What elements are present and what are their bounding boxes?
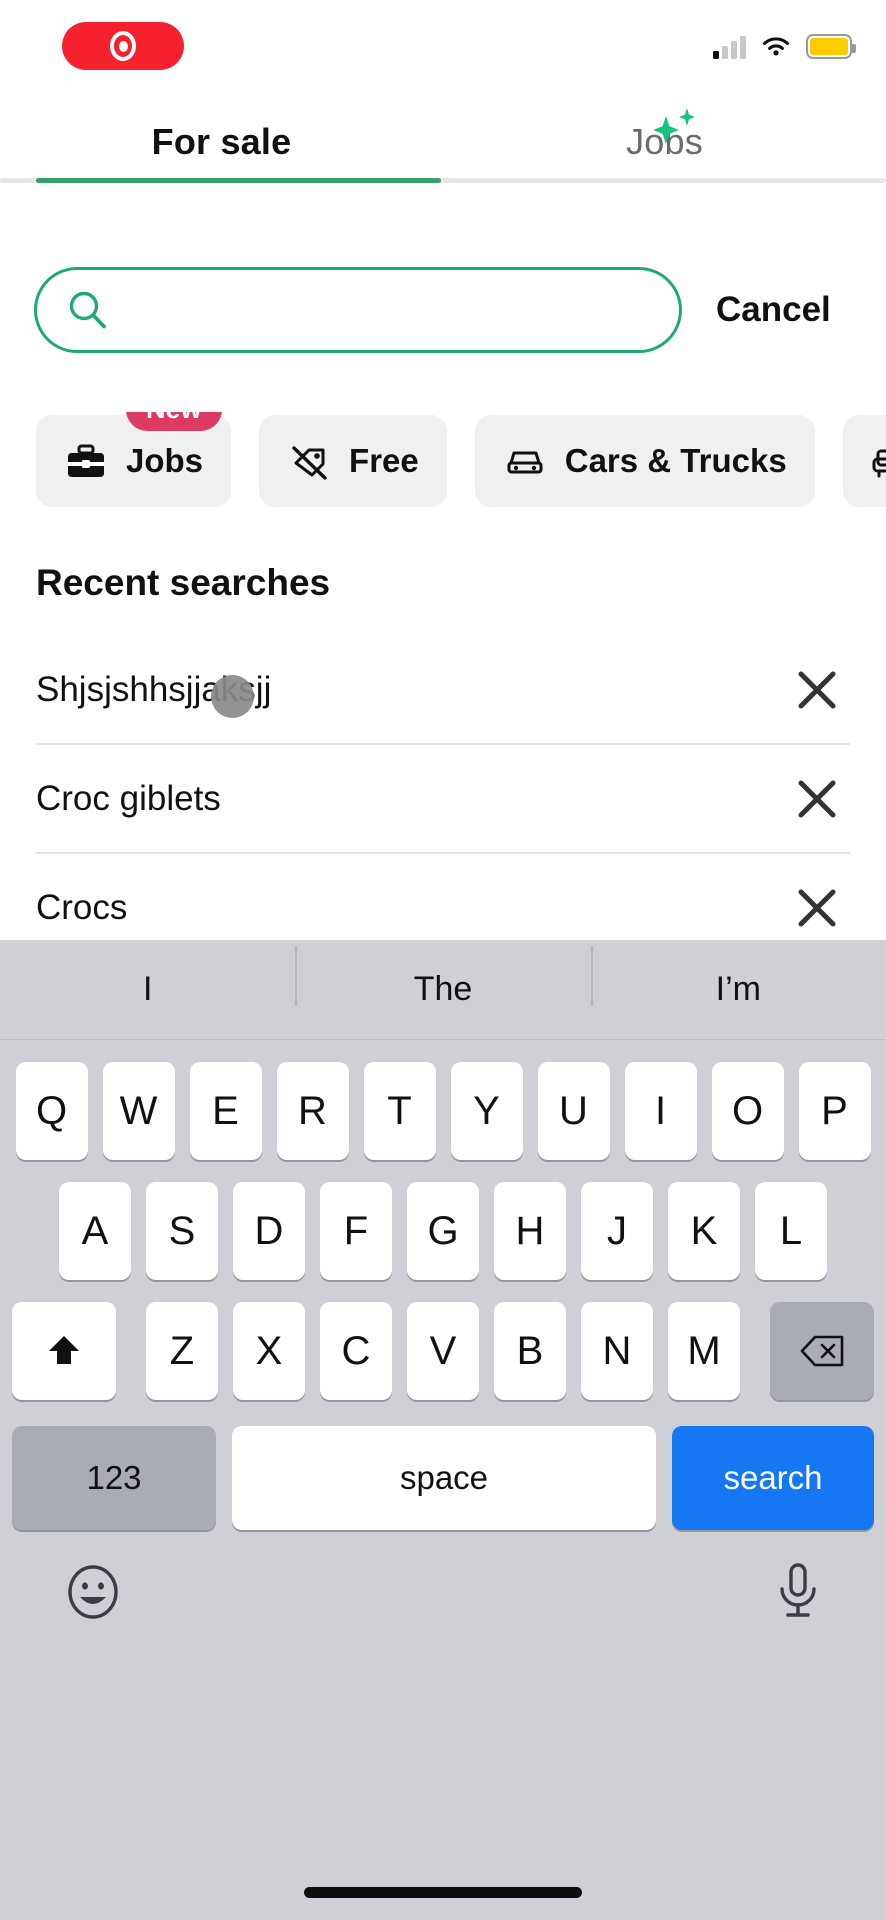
record-icon [110,31,136,61]
key-i[interactable]: I [624,1062,697,1160]
close-icon[interactable] [790,663,844,717]
recent-search-row[interactable]: Croc giblets [36,745,850,854]
key-o[interactable]: O [711,1062,784,1160]
space-key[interactable]: space [232,1426,656,1530]
key-k[interactable]: K [668,1182,740,1280]
key-g[interactable]: G [407,1182,479,1280]
suggestion-1[interactable]: I [0,970,295,1009]
key-z[interactable]: Z [146,1302,218,1400]
key-l[interactable]: L [755,1182,827,1280]
sofa-icon [872,449,886,478]
cellular-signal-icon [713,35,746,59]
app-screen: For sale Jobs Cancel Jobs Free Cars & Tr… [0,0,886,1920]
category-chip-row[interactable]: Jobs New Free Cars & Trucks [0,412,886,510]
key-q[interactable]: Q [15,1062,88,1160]
briefcase-icon [68,444,104,477]
chip-jobs-label: Jobs [126,442,204,479]
tab-for-sale-label: For sale [151,121,292,162]
tab-for-sale[interactable]: For sale [0,100,443,184]
search-row: Cancel [0,262,886,358]
chip-jobs[interactable]: Jobs New [36,412,232,507]
search-icon [69,291,106,329]
keyboard-row-3: Z X C V B N M [0,1302,886,1400]
status-bar [0,0,886,92]
on-screen-keyboard: I The I’m Q W E R T Y U I O P A S D F G … [0,940,886,1920]
keyboard-footer [0,1530,886,1624]
recent-searches-title: Recent searches [36,562,331,603]
tab-jobs[interactable]: Jobs [443,100,886,184]
key-a[interactable]: A [59,1182,131,1280]
key-p[interactable]: P [798,1062,871,1160]
search-key[interactable]: search [672,1426,874,1530]
close-icon[interactable] [790,881,844,935]
sparkle-icon [653,108,695,144]
emoji-icon[interactable] [62,1561,124,1623]
key-x[interactable]: X [233,1302,305,1400]
recent-searches-list: Shjsjshhsjjaksjj Croc giblets Crocs [36,636,850,963]
backspace-icon [800,1335,844,1367]
key-w[interactable]: W [102,1062,175,1160]
key-n[interactable]: N [581,1302,653,1400]
tap-indicator [211,675,254,718]
predictive-text-bar: I The I’m [0,940,886,1040]
key-r[interactable]: R [276,1062,349,1160]
chip-cars-trucks-label: Cars & Trucks [564,442,787,479]
key-f[interactable]: F [320,1182,392,1280]
numbers-key[interactable]: 123 [12,1426,216,1530]
backspace-key[interactable] [770,1302,874,1400]
key-b[interactable]: B [494,1302,566,1400]
tab-bar: For sale Jobs [0,100,886,184]
key-c[interactable]: C [320,1302,392,1400]
key-e[interactable]: E [189,1062,262,1160]
key-v[interactable]: V [407,1302,479,1400]
suggestion-2[interactable]: The [295,946,590,1009]
keyboard-row-1: Q W E R T Y U I O P [0,1062,886,1160]
battery-icon [806,33,856,59]
car-icon [507,451,543,474]
key-u[interactable]: U [537,1062,610,1160]
key-t[interactable]: T [363,1062,436,1160]
shift-icon [49,1336,79,1364]
recent-search-query: Croc giblets [36,778,221,818]
key-j[interactable]: J [581,1182,653,1280]
screen-record-indicator [62,22,184,70]
keyboard-row-4: 123 space search [0,1426,886,1530]
home-indicator [304,1887,582,1898]
status-icons [713,33,860,59]
chip-free[interactable]: Free [259,415,447,507]
chip-cars-trucks[interactable]: Cars & Trucks [474,415,815,507]
chip-jobs-new-badge: New [126,412,222,431]
search-input[interactable] [127,290,649,330]
recent-search-row[interactable]: Shjsjshhsjjaksjj [36,636,850,745]
key-d[interactable]: D [233,1182,305,1280]
search-field[interactable] [34,267,682,353]
key-y[interactable]: Y [450,1062,523,1160]
recent-search-query: Crocs [36,887,128,927]
chip-furniture[interactable] [842,415,886,507]
tag-slash-icon [292,446,327,480]
keyboard-row-2: A S D F G H J K L [0,1182,886,1280]
close-icon[interactable] [790,772,844,826]
chip-free-label: Free [349,442,419,479]
key-s[interactable]: S [146,1182,218,1280]
microphone-icon[interactable] [772,1560,824,1624]
shift-key[interactable] [12,1302,116,1400]
wifi-icon [763,36,789,55]
key-m[interactable]: M [668,1302,740,1400]
suggestion-3[interactable]: I’m [590,946,886,1009]
tab-indicator [0,178,886,183]
key-h[interactable]: H [494,1182,566,1280]
cancel-button[interactable]: Cancel [716,290,831,330]
